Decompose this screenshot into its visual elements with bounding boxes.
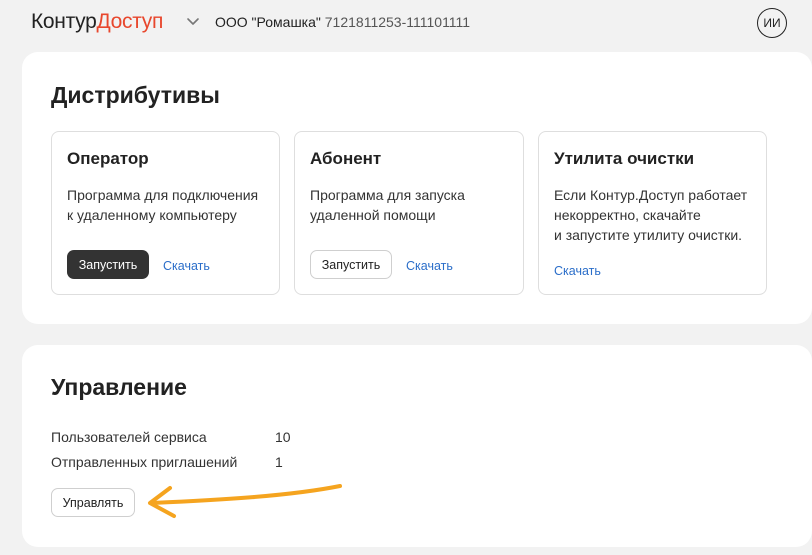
distributions-section: Дистрибутивы Оператор Программа для подк…: [22, 52, 812, 324]
tile-cleanup-utility: Утилита очистки Если Контур.Доступ работ…: [538, 131, 767, 295]
top-bar: КонтурДоступ ООО "Ромашка" 7121811253-11…: [0, 0, 812, 44]
tile-description: Программа для запуска удаленной помощи: [310, 187, 465, 223]
stat-label-invitations: Отправленных приглашений: [51, 454, 238, 470]
section-title-management: Управление: [51, 374, 187, 400]
stat-value-invitations: 1: [275, 454, 283, 470]
organization-selector[interactable]: ООО "Ромашка" 7121811253-111101111: [215, 13, 470, 31]
section-title-distributions: Дистрибутивы: [51, 82, 220, 108]
stat-value-users: 10: [275, 429, 291, 445]
subscriber-download-link[interactable]: Скачать: [406, 258, 453, 274]
organization-inn: 7121811253-111101111: [324, 14, 471, 30]
tile-title: Абонент: [310, 149, 382, 168]
organization-name: ООО "Ромашка": [215, 14, 321, 30]
tile-description: Если Контур.Доступ работает некорректно,…: [554, 187, 748, 243]
tile-title: Оператор: [67, 149, 149, 168]
operator-download-link[interactable]: Скачать: [163, 258, 210, 274]
tile-title: Утилита очистки: [554, 149, 695, 168]
logo-part-dostup: Доступ: [96, 10, 164, 33]
tile-subscriber: Абонент Программа для запуска удаленной …: [294, 131, 524, 295]
chevron-down-icon[interactable]: [186, 14, 200, 28]
manage-button[interactable]: Управлять: [51, 488, 135, 517]
app-logo[interactable]: КонтурДоступ: [31, 10, 163, 34]
tile-operator: Оператор Программа для подключения к уда…: [51, 131, 280, 295]
arrow-left-icon: [148, 484, 342, 518]
avatar[interactable]: ИИ: [757, 8, 787, 38]
operator-launch-button[interactable]: Запустить: [67, 250, 149, 279]
cleanup-download-link[interactable]: Скачать: [554, 263, 601, 279]
subscriber-launch-button[interactable]: Запустить: [310, 250, 392, 279]
tile-description: Программа для подключения к удаленному к…: [67, 187, 259, 223]
logo-part-kontur: Контур: [31, 10, 97, 33]
stat-label-users: Пользователей сервиса: [51, 429, 207, 445]
